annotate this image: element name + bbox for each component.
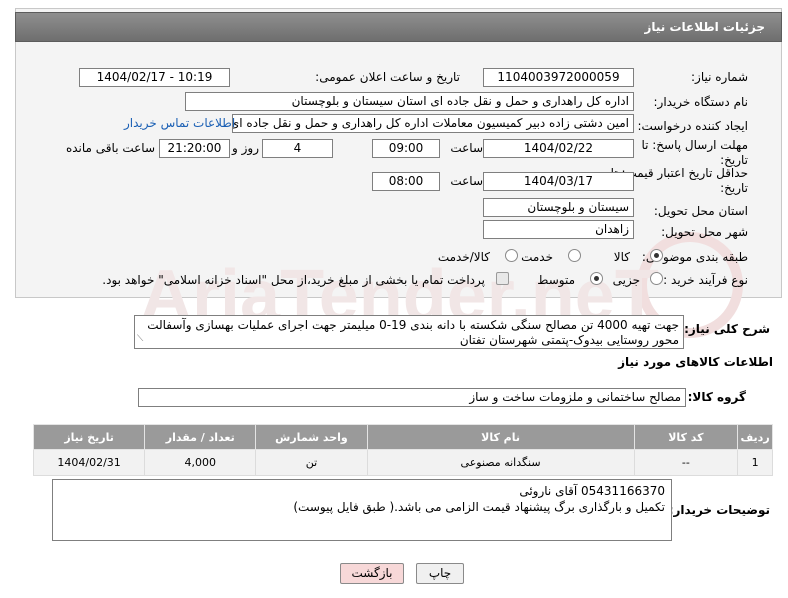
process-label: نوع فرآیند خرید :	[663, 273, 748, 287]
validity-time-field: 08:00	[372, 172, 440, 191]
col-name: نام کالا	[366, 424, 635, 450]
buyer-notes-line-1: 05431166370 آقای ناروئی	[519, 484, 665, 498]
buyer-contact-link[interactable]: اطلاعات تماس خریدار	[124, 116, 235, 130]
deadline-time-field: 09:00	[372, 139, 440, 158]
process-radio-medium[interactable]	[590, 272, 603, 285]
buyer-notes-label: توضیحات خریدار:	[668, 503, 770, 517]
process-radio-minor[interactable]	[650, 272, 663, 285]
creator-label: ایجاد کننده درخواست:	[637, 119, 748, 133]
cell-row: 1	[737, 449, 773, 476]
goods-section-title: اطلاعات کالاهای مورد نیاز	[618, 355, 773, 369]
days-field: 4	[262, 139, 333, 158]
remaining-time-label: ساعت باقی مانده	[65, 141, 155, 155]
category-radio-goods[interactable]	[650, 249, 663, 262]
province-label: استان محل تحویل:	[653, 204, 748, 218]
description-text: جهت تهیه 4000 تن مصالح سنگی شکسته با دان…	[147, 318, 679, 347]
buyer-notes-line-2: تکمیل و بارگذاری برگ پیشنهاد قیمت الزامی…	[293, 500, 665, 514]
col-unit: واحد شمارش	[255, 424, 368, 450]
col-row: ردیف	[737, 424, 773, 450]
col-qty: تعداد / مقدار	[144, 424, 257, 450]
creator-field: امین دشتی زاده دبیر کمیسیون معاملات ادار…	[232, 114, 634, 133]
goods-group-label: گروه کالا:	[687, 390, 746, 404]
payment-note: پرداخت تمام یا بخشی از مبلغ خرید،از محل …	[102, 273, 485, 287]
category-option-goods: کالا	[613, 250, 630, 264]
process-option-medium: متوسط	[537, 273, 575, 287]
category-option-goods-service: کالا/خدمت	[437, 250, 490, 264]
page-title: جزئیات اطلاعات نیاز	[644, 20, 765, 34]
cell-date: 1404/02/31	[32, 449, 146, 476]
process-option-minor: جزیی	[612, 273, 640, 287]
cell-unit: تن	[255, 449, 368, 476]
need-number-label: شماره نیاز:	[691, 70, 748, 84]
province-field: سیستان و بلوچستان	[483, 198, 634, 217]
back-button[interactable]: بازگشت	[340, 563, 404, 584]
goods-table: ردیف کد کالا نام کالا واحد شمارش تعداد /…	[32, 424, 773, 476]
city-label: شهر محل تحویل:	[661, 225, 748, 239]
table-row: 1 -- سنگدانه مصنوعی تن 4,000 1404/02/31	[32, 449, 773, 476]
announce-date-field: 1404/02/17 - 10:19	[79, 68, 230, 87]
resize-handle-icon[interactable]: ⟋	[137, 332, 143, 347]
deadline-label: مهلت ارسال پاسخ: تا تاریخ:	[641, 138, 748, 167]
need-number-field: 1104003972000059	[483, 68, 634, 87]
description-label: شرح کلی نیاز:	[684, 322, 770, 336]
col-date: تاریخ نیاز	[32, 424, 146, 450]
category-option-service: خدمت	[521, 250, 553, 264]
description-textarea[interactable]: جهت تهیه 4000 تن مصالح سنگی شکسته با دان…	[134, 315, 684, 349]
city-field: زاهدان	[483, 220, 634, 239]
validity-date-field: 1404/03/17	[483, 172, 634, 191]
cell-code: --	[633, 449, 739, 476]
col-code: کد کالا	[633, 424, 739, 450]
announce-date-label: تاریخ و ساعت اعلان عمومی:	[315, 70, 460, 84]
buyer-notes-box: 05431166370 آقای ناروئی تکمیل و بارگذاری…	[52, 479, 672, 541]
cell-qty: 4,000	[144, 449, 257, 476]
category-radio-service[interactable]	[568, 249, 581, 262]
print-button[interactable]: چاپ	[416, 563, 464, 584]
category-radio-goods-service[interactable]	[505, 249, 518, 262]
deadline-date-field: 1404/02/22	[483, 139, 634, 158]
days-label: روز و	[232, 141, 259, 155]
treasury-checkbox[interactable]	[496, 272, 509, 285]
header-bar: جزئیات اطلاعات نیاز	[15, 12, 782, 42]
remaining-time-field: 21:20:00	[159, 139, 230, 158]
goods-group-field: مصالح ساختمانی و ملزومات ساخت و ساز	[138, 388, 686, 407]
buyer-org-field: اداره کل راهداری و حمل و نقل جاده ای است…	[185, 92, 634, 111]
cell-name: سنگدانه مصنوعی	[366, 449, 635, 476]
validity-time-label: ساعت	[450, 174, 483, 188]
deadline-time-label: ساعت	[450, 141, 483, 155]
buyer-org-label: نام دستگاه خریدار:	[653, 95, 749, 109]
